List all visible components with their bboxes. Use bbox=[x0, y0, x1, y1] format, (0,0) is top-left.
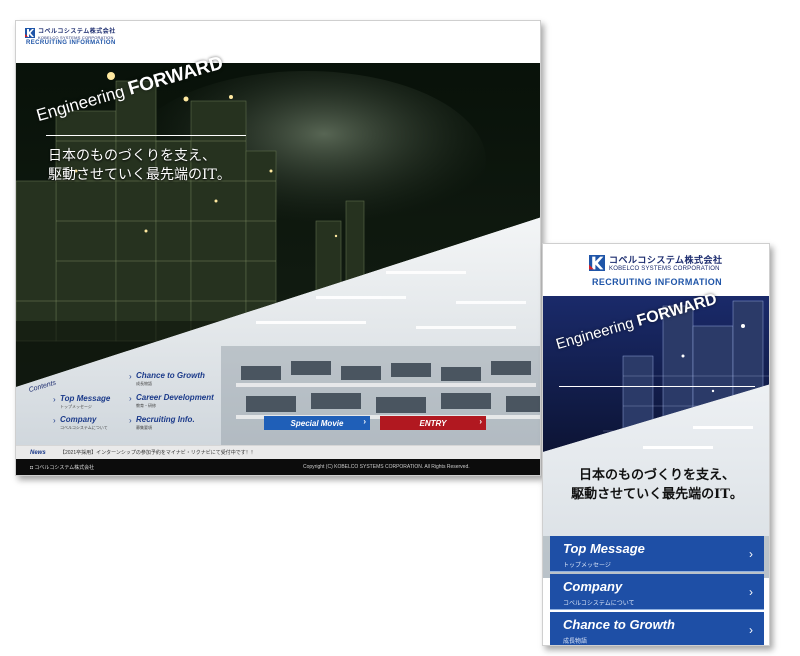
kobelco-logo-icon bbox=[589, 254, 605, 271]
recruiting-info-label: RECRUITING INFORMATION bbox=[591, 277, 723, 287]
entry-button[interactable]: ENTRY › bbox=[380, 416, 486, 430]
chevron-right-icon: › bbox=[749, 547, 753, 561]
footer-brand: ◘ コベルコシステム株式会社 bbox=[30, 464, 94, 471]
arrow-icon: › bbox=[53, 395, 56, 404]
screenshot-stage: コベルコシステム株式会社 KOBELCO SYSTEMS CORPORATION… bbox=[0, 0, 800, 656]
mobile-title-underline bbox=[559, 386, 755, 387]
nav-jp-label: 募集要項 bbox=[136, 425, 152, 430]
mobile-nav-top-message[interactable]: Top Message トップメッセージ › bbox=[550, 536, 764, 572]
tagline-line-2: 駆動させていく最先端のIT。 bbox=[571, 487, 743, 502]
logo-en-text: KOBELCO SYSTEMS CORPORATION bbox=[609, 266, 720, 272]
news-link[interactable]: 【2021卒採用】インターンシップの参加予約をマイナビ・リクナビにて受付中です！… bbox=[60, 449, 256, 456]
chevron-right-icon: › bbox=[479, 417, 482, 426]
desktop-logo[interactable]: コベルコシステム株式会社 KOBELCO SYSTEMS CORPORATION bbox=[25, 26, 116, 40]
nav-en-label: Company bbox=[563, 579, 623, 594]
nav-career-development[interactable]: › Career Development 教育・研修 bbox=[129, 393, 214, 409]
tagline-line-1: 日本のものづくりを支え、 bbox=[48, 148, 216, 164]
nav-jp-label: コベルコシステムについて bbox=[563, 601, 635, 607]
arrow-icon: › bbox=[129, 394, 132, 403]
nav-jp-label: トップメッセージ bbox=[60, 404, 92, 409]
kobelco-logo-icon bbox=[25, 28, 35, 38]
arrow-icon: › bbox=[129, 416, 132, 425]
logo-jp-text: コベルコシステム株式会社 bbox=[609, 255, 723, 265]
footer-mark-icon: ◘ bbox=[30, 465, 34, 471]
nav-en-label: Career Development bbox=[136, 393, 214, 402]
footer-brand-text: コベルコシステム株式会社 bbox=[34, 465, 95, 471]
nav-jp-label: コベルコシステムについて bbox=[60, 425, 108, 430]
copyright-text: Copyright (C) KOBELCO SYSTEMS CORPORATIO… bbox=[303, 464, 470, 470]
entry-label: ENTRY bbox=[419, 418, 447, 428]
nav-recruiting-info[interactable]: › Recruiting Info. 募集要項 bbox=[129, 415, 195, 431]
chevron-right-icon: › bbox=[749, 585, 753, 599]
nav-chance-to-growth[interactable]: › Chance to Growth 成長物語 bbox=[129, 371, 205, 387]
special-movie-label: Special Movie bbox=[290, 418, 344, 428]
nav-en-label: Chance to Growth bbox=[563, 617, 675, 632]
nav-company[interactable]: › Company コベルコシステムについて bbox=[53, 415, 108, 431]
nav-en-label: Company bbox=[60, 415, 97, 424]
nav-jp-label: 成長物語 bbox=[563, 639, 588, 645]
nav-en-label: Top Message bbox=[60, 394, 111, 403]
special-movie-button[interactable]: Special Movie › bbox=[264, 416, 370, 430]
nav-jp-label: トップメッセージ bbox=[563, 563, 611, 569]
title-underline bbox=[46, 135, 246, 136]
mobile-nav-company[interactable]: Company コベルコシステムについて › bbox=[550, 574, 764, 610]
news-bar: News 【2021卒採用】インターンシップの参加予約をマイナビ・リクナビにて受… bbox=[16, 445, 540, 459]
nav-en-label: Recruiting Info. bbox=[136, 415, 195, 424]
chevron-right-icon: › bbox=[363, 417, 366, 426]
news-label: News bbox=[30, 449, 46, 456]
chevron-right-icon: › bbox=[749, 623, 753, 637]
nav-en-label: Chance to Growth bbox=[136, 371, 205, 380]
tagline-line-1: 日本のものづくりを支え、 bbox=[578, 468, 735, 483]
desktop-mockup: コベルコシステム株式会社 KOBELCO SYSTEMS CORPORATION… bbox=[15, 20, 541, 476]
mobile-mockup: コベルコシステム株式会社 KOBELCO SYSTEMS CORPORATION… bbox=[542, 243, 770, 646]
recruiting-info-label: RECRUITING INFORMATION bbox=[26, 40, 116, 46]
mobile-logo[interactable]: コベルコシステム株式会社 KOBELCO SYSTEMS CORPORATION bbox=[589, 253, 723, 272]
mobile-hero-tagline: 日本のものづくりを支え、 駆動させていく最先端のIT。 bbox=[553, 466, 761, 504]
nav-jp-label: 成長物語 bbox=[136, 381, 152, 386]
hero-tagline: 日本のものづくりを支え、 駆動させていく最先端のIT。 bbox=[48, 147, 231, 185]
logo-jp-text: コベルコシステム株式会社 bbox=[38, 29, 116, 35]
nav-top-message[interactable]: › Top Message トップメッセージ bbox=[53, 394, 111, 410]
arrow-icon: › bbox=[53, 416, 56, 425]
tagline-line-2: 駆動させていく最先端のIT。 bbox=[48, 167, 231, 183]
desktop-footer: ◘ コベルコシステム株式会社 Copyright (C) KOBELCO SYS… bbox=[16, 459, 540, 475]
arrow-icon: › bbox=[129, 372, 132, 381]
nav-jp-label: 教育・研修 bbox=[136, 403, 156, 408]
mobile-nav-chance-to-growth[interactable]: Chance to Growth 成長物語 › bbox=[550, 612, 764, 645]
nav-en-label: Top Message bbox=[563, 541, 645, 556]
